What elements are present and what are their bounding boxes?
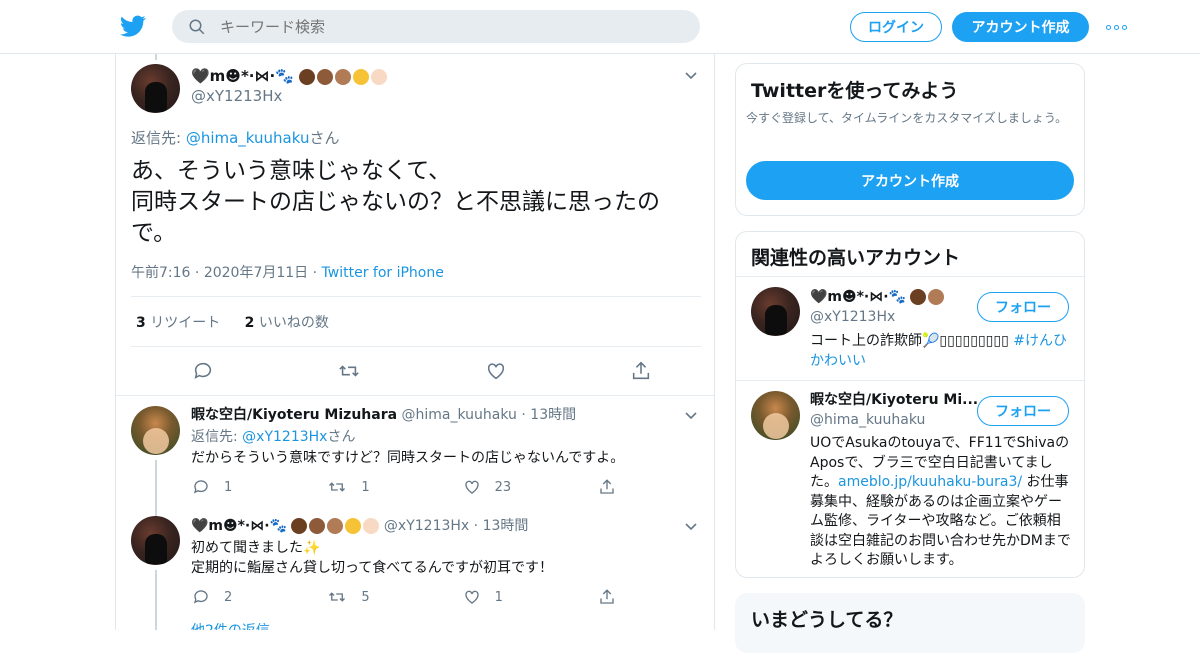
skin-tone-emojis	[910, 289, 945, 305]
tweet-text: あ、そういう意味じゃなくて、 同時スタートの店じゃないの？と不思議に思ったの で…	[131, 158, 660, 246]
reply-to-link[interactable]: @hima_kuuhaku	[186, 129, 310, 147]
chevron-down-icon[interactable]	[685, 72, 697, 80]
skin-tone-emojis	[298, 68, 387, 85]
reply-icon[interactable]	[192, 360, 214, 382]
reply-action[interactable]: 1	[192, 478, 322, 496]
reply-icon[interactable]	[192, 478, 210, 496]
chevron-down-icon[interactable]	[685, 523, 697, 531]
handle: @xY1213Hx	[191, 87, 283, 105]
tweet-author[interactable]: 🖤m☻*·⋈·🐾 @xY1213Hx · 13時間	[191, 516, 528, 536]
share-icon[interactable]	[598, 478, 616, 496]
bio-link[interactable]: ameblo.jp/kuuhaku-bura3/	[838, 474, 1022, 490]
tweet-text: 初めて聞きました✨ 定期的に鮨屋さん貸し切って食べてるんですが初耳です！	[191, 540, 554, 576]
trends-card-title: いまどうしてる？	[751, 609, 903, 631]
like-action[interactable]: 1	[463, 588, 593, 606]
trends-card: いまどうしてる？	[735, 593, 1085, 653]
retweet-action[interactable]: 1	[327, 478, 457, 496]
retweet-icon[interactable]	[337, 360, 361, 382]
search-box[interactable]	[172, 10, 700, 43]
avatar[interactable]	[131, 406, 180, 455]
tweet-author[interactable]: 🖤m☻*·⋈·🐾 @xY1213Hx	[191, 66, 387, 106]
handle: @xY1213Hx	[810, 309, 896, 325]
top-navigation-bar: ログイン アカウント作成	[0, 0, 1200, 54]
thread-line	[155, 54, 157, 60]
search-icon	[189, 19, 205, 34]
like-icon[interactable]	[463, 478, 481, 496]
display-name: 暇な空白/Kiyoteru Mizuhara	[191, 407, 398, 423]
related-accounts-card: 関連性の高いアカウント 🖤m☻*·⋈·🐾 @xY1213Hx フォロー コート上…	[735, 231, 1085, 578]
like-icon[interactable]	[485, 360, 507, 382]
reply-to-link[interactable]: @xY1213Hx	[242, 429, 327, 445]
tweet-actions: 1 1 23	[192, 478, 616, 496]
like-stat[interactable]: 2 いいねの数	[245, 315, 329, 331]
like-icon[interactable]	[463, 588, 481, 606]
tweet-time[interactable]: 13時間	[483, 518, 529, 534]
account-bio: コート上の詐欺師🎾▯▯▯▯▯▯▯▯▯ #けんひかわいい	[810, 333, 1067, 369]
tweet-time[interactable]: 13時間	[530, 407, 576, 423]
follow-button[interactable]: フォロー	[977, 396, 1069, 426]
thread-line	[155, 570, 157, 630]
signup-button[interactable]: アカウント作成	[952, 12, 1089, 42]
signup-card-description: 今すぐ登録して、タイムラインをカスタマイズしましょう。	[746, 111, 1068, 125]
tweet-thread: 🖤m☻*·⋈·🐾 @xY1213Hx 返信先: @hima_kuuhakuさん …	[115, 54, 715, 630]
retweet-action[interactable]: 5	[327, 588, 457, 606]
handle: @xY1213Hx	[383, 518, 470, 534]
divider	[736, 380, 1084, 381]
avatar[interactable]	[751, 391, 800, 440]
tweet-text: だからそういう意味ですけど？同時スタートの店じゃないんですよ。	[191, 450, 625, 466]
like-action[interactable]: 23	[463, 478, 593, 496]
divider	[116, 395, 714, 396]
signup-card-button[interactable]: アカウント作成	[746, 161, 1074, 200]
share-icon[interactable]	[598, 588, 616, 606]
follow-button[interactable]: フォロー	[977, 292, 1069, 322]
account-bio: UOでAsukaのtouyaで、FF11でShivaのAposで、ブラ三で空白日…	[810, 435, 1071, 568]
more-menu-icon[interactable]	[1106, 17, 1130, 37]
avatar[interactable]	[131, 516, 180, 565]
reply-icon[interactable]	[192, 588, 210, 606]
twitter-bird-icon[interactable]	[120, 13, 146, 39]
reply-to: 返信先: @xY1213Hxさん	[191, 429, 356, 445]
signup-card: Twitterを使ってみよう 今すぐ登録して、タイムラインをカスタマイズしましょ…	[735, 63, 1085, 216]
tweet-stats: 3 リツイート 2 いいねの数	[136, 312, 329, 332]
avatar[interactable]	[131, 64, 180, 113]
account-name[interactable]: 暇な空白/Kiyoteru Mi... @hima_kuuhaku	[810, 390, 978, 430]
signup-card-title: Twitterを使ってみよう	[751, 80, 959, 102]
display-name: 🖤m☻*·⋈·🐾	[191, 67, 294, 85]
thread-line	[155, 460, 157, 518]
tweet-author[interactable]: 暇な空白/Kiyoteru Mizuhara @hima_kuuhaku · 1…	[191, 405, 576, 425]
divider	[131, 346, 701, 347]
reply-action[interactable]: 2	[192, 588, 322, 606]
tweet-actions: 2 5 1	[192, 588, 616, 606]
divider	[131, 296, 701, 297]
share-icon[interactable]	[630, 360, 652, 382]
retweet-icon[interactable]	[327, 588, 347, 606]
divider	[736, 276, 1084, 277]
retweet-icon[interactable]	[327, 478, 347, 496]
show-more-replies-link[interactable]: 他2件の返信	[191, 620, 270, 630]
tweet-date[interactable]: 2020年7月11日	[204, 265, 308, 281]
display-name: 🖤m☻*·⋈·🐾	[191, 518, 288, 534]
display-name: 🖤m☻*·⋈·🐾	[810, 289, 907, 305]
login-button[interactable]: ログイン	[850, 12, 942, 42]
account-name[interactable]: 🖤m☻*·⋈·🐾 @xY1213Hx	[810, 287, 945, 327]
handle: @hima_kuuhaku	[401, 407, 517, 423]
tweet-source[interactable]: Twitter for iPhone	[322, 265, 444, 281]
avatar[interactable]	[751, 287, 800, 336]
retweet-stat[interactable]: 3 リツイート	[136, 315, 220, 331]
related-card-title: 関連性の高いアカウント	[751, 247, 961, 269]
reply-to: 返信先: @hima_kuuhakuさん	[131, 129, 340, 147]
search-input[interactable]	[220, 17, 660, 36]
handle: @hima_kuuhaku	[810, 412, 926, 428]
tweet-timestamp: 午前7:16 · 2020年7月11日 · Twitter for iPhone	[131, 265, 444, 281]
chevron-down-icon[interactable]	[685, 412, 697, 420]
display-name: 暇な空白/Kiyoteru Mi...	[810, 392, 979, 408]
tweet-actions	[192, 360, 652, 382]
skin-tone-emojis	[291, 518, 380, 534]
tweet-time[interactable]: 午前7:16	[131, 265, 190, 281]
